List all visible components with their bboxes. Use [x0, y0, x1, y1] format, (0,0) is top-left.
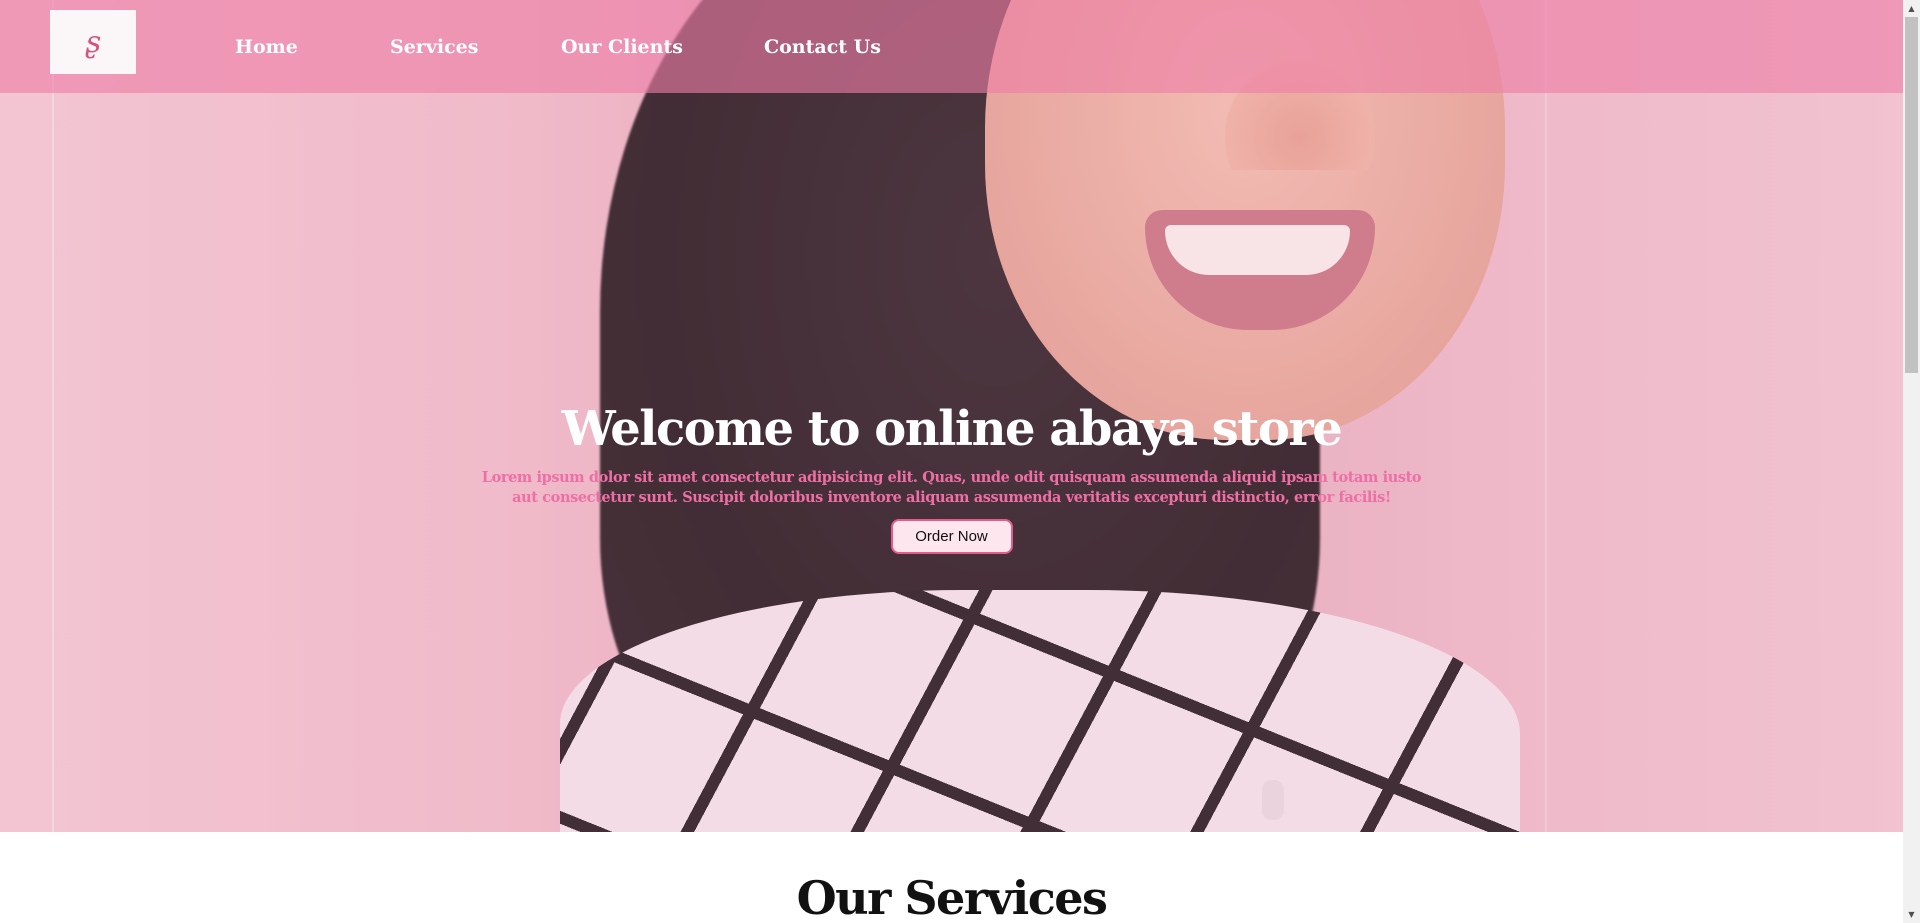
scroll-up-arrow-icon[interactable]: ▲ [1903, 0, 1920, 17]
top-navbar: ʂ Home Services Our Clients Contact Us [0, 0, 1903, 93]
nav-item-contact-us[interactable]: Contact Us [764, 36, 884, 58]
hero-title: Welcome to online abaya store [561, 401, 1343, 457]
nav-links: Home Services Our Clients Contact Us [235, 0, 884, 93]
stylized-s-logo-icon: ʂ [85, 24, 101, 60]
logo[interactable]: ʂ [50, 10, 136, 74]
scrollbar-thumb[interactable] [1905, 17, 1918, 373]
nav-item-home[interactable]: Home [235, 36, 390, 58]
nav-item-services[interactable]: Services [390, 36, 561, 58]
page-viewport: Welcome to online abaya store Lorem ipsu… [0, 0, 1903, 923]
services-heading: Our Services [796, 871, 1108, 923]
hero-content: Welcome to online abaya store Lorem ipsu… [0, 398, 1903, 554]
hero-description: Lorem ipsum dolor sit amet consectetur a… [481, 469, 1422, 506]
scroll-down-arrow-icon[interactable]: ▼ [1903, 906, 1920, 923]
vertical-scrollbar[interactable]: ▲ ▼ [1903, 0, 1920, 923]
hero-section: Welcome to online abaya store Lorem ipsu… [0, 0, 1903, 832]
nav-item-our-clients[interactable]: Our Clients [561, 36, 764, 58]
order-now-button[interactable]: Order Now [890, 519, 1013, 554]
